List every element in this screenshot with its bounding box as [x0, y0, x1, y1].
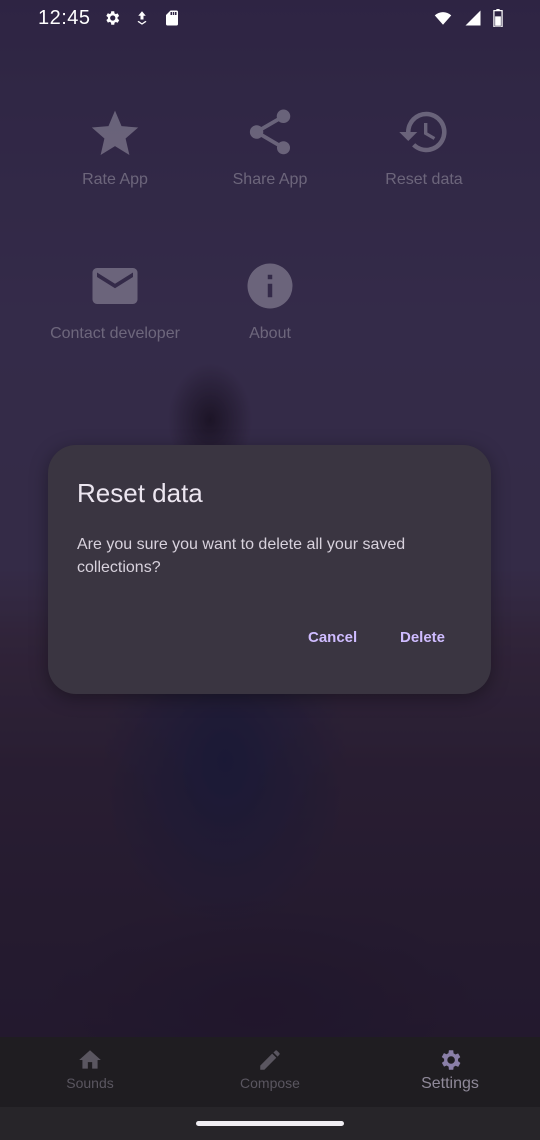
home-icon [79, 1050, 101, 1069]
status-bar: 12:45 [0, 0, 540, 36]
wifi-icon [434, 12, 452, 25]
sd-card-icon [165, 10, 178, 26]
delete-button[interactable]: Delete [392, 625, 453, 650]
pencil-icon [260, 1050, 280, 1070]
dialog-title: Reset data [77, 478, 203, 508]
nav-item-sounds[interactable]: Sounds [0, 1037, 180, 1107]
status-icons-left [103, 9, 181, 27]
signal-icon [465, 10, 481, 26]
dialog-message: Are you sure you want to delete all your… [77, 536, 406, 576]
download-icon [137, 11, 147, 25]
battery-icon [493, 9, 503, 27]
home-gesture-handle[interactable] [196, 1121, 344, 1126]
nav-label-settings: Settings [421, 1075, 479, 1092]
nav-label-compose: Compose [240, 1075, 300, 1091]
settings-icon [105, 11, 119, 25]
status-icons-right [432, 9, 504, 27]
gear-icon [441, 1050, 461, 1070]
gesture-bar [0, 1107, 540, 1140]
nav-item-settings[interactable]: Settings [360, 1037, 540, 1107]
nav-item-compose[interactable]: Compose [180, 1037, 360, 1107]
bottom-navigation: Sounds Compose Settings [0, 1037, 540, 1107]
nav-label-sounds: Sounds [66, 1075, 114, 1091]
cancel-button[interactable]: Cancel [300, 625, 365, 650]
reset-data-dialog: Reset data Are you sure you want to dele… [48, 445, 491, 694]
status-time: 12:45 [38, 6, 91, 29]
